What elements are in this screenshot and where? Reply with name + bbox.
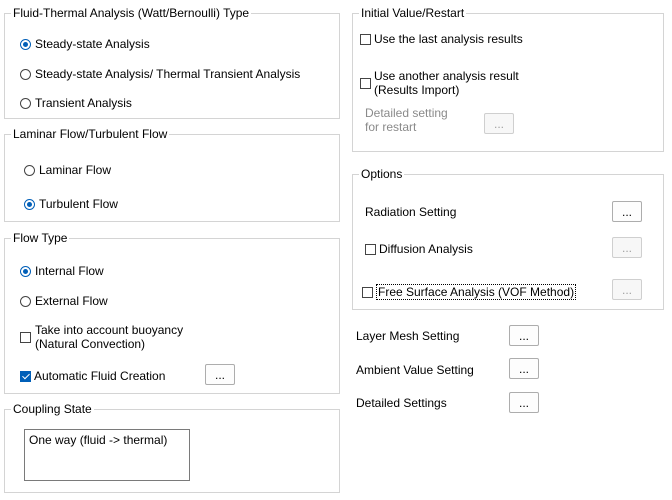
coupling-value[interactable]: One way (fluid -> thermal)	[29, 433, 167, 447]
flow-type-title: Flow Type	[11, 231, 70, 245]
radio-label: Steady-state Analysis/ Thermal Transient…	[35, 67, 301, 81]
radio-indicator[interactable]	[20, 68, 31, 80]
radio-label: Turbulent Flow	[39, 197, 118, 211]
detailed-restart-line-2: for restart	[365, 120, 417, 134]
buoyancy-line-1: Take into account buoyancy	[35, 323, 184, 337]
checkbox-label: Automatic Fluid Creation	[34, 369, 166, 383]
checkbox-indicator[interactable]	[360, 33, 371, 45]
checkbox-use-last-results[interactable]: Use the last analysis results	[360, 32, 523, 46]
checkbox-indicator[interactable]	[362, 286, 373, 298]
checkbox-diffusion[interactable]: Diffusion Analysis	[365, 242, 473, 256]
radio-steady-state[interactable]: Steady-state Analysis	[20, 37, 150, 51]
checkbox-auto-fluid[interactable]: Automatic Fluid Creation	[20, 369, 165, 383]
radiation-more-button[interactable]: ...	[612, 201, 642, 222]
checkbox-indicator[interactable]	[360, 77, 371, 89]
checkbox-label: Free Surface Analysis (VOF Method)	[376, 284, 577, 300]
detailed-restart-line-1: Detailed setting	[365, 106, 448, 120]
radio-label: Laminar Flow	[39, 163, 112, 177]
radio-indicator[interactable]	[20, 265, 31, 277]
radio-internal-flow[interactable]: Internal Flow	[20, 264, 104, 278]
coupling-listbox[interactable]: One way (fluid -> thermal)	[24, 429, 190, 481]
radio-indicator[interactable]	[20, 38, 31, 50]
ambient-value-label: Ambient Value Setting	[356, 363, 474, 377]
initial-value-title: Initial Value/Restart	[359, 6, 467, 20]
radio-label: Transient Analysis	[35, 96, 132, 110]
free-surface-more-button[interactable]: ...	[612, 279, 642, 300]
fluid-thermal-title: Fluid-Thermal Analysis (Watt/Bernoulli) …	[11, 6, 252, 20]
radio-turbulent[interactable]: Turbulent Flow	[24, 197, 118, 211]
checkbox-label: Take into account buoyancy (Natural Conv…	[35, 323, 183, 351]
radio-label: External Flow	[35, 294, 108, 308]
diffusion-more-button[interactable]: ...	[612, 237, 642, 258]
detailed-restart-more-button[interactable]: ...	[484, 113, 514, 134]
radio-indicator[interactable]	[24, 164, 35, 176]
buoyancy-line-2: (Natural Convection)	[35, 337, 146, 351]
checkbox-label: Use the last analysis results	[374, 32, 523, 46]
radio-indicator[interactable]	[20, 295, 31, 307]
checkbox-indicator[interactable]	[20, 331, 31, 343]
detailed-settings-label: Detailed Settings	[356, 396, 447, 410]
flow-regime-title: Laminar Flow/Turbulent Flow	[11, 127, 170, 141]
radio-laminar[interactable]: Laminar Flow	[24, 163, 111, 177]
auto-fluid-more-button[interactable]: ...	[205, 364, 235, 385]
detailed-restart-label: Detailed setting for restart	[365, 106, 448, 134]
options-title: Options	[359, 167, 405, 181]
ambient-value-more-button[interactable]: ...	[509, 358, 539, 379]
radio-transient[interactable]: Transient Analysis	[20, 96, 132, 110]
radiation-setting-label: Radiation Setting	[365, 205, 457, 219]
radio-indicator[interactable]	[20, 97, 31, 109]
checkbox-indicator[interactable]	[365, 243, 376, 255]
layer-mesh-label: Layer Mesh Setting	[356, 329, 460, 343]
checkbox-indicator[interactable]	[20, 370, 31, 382]
radio-label: Internal Flow	[35, 264, 104, 278]
use-another-line-1: Use another analysis result	[374, 69, 519, 83]
checkbox-buoyancy[interactable]: Take into account buoyancy (Natural Conv…	[20, 323, 183, 351]
radio-label: Steady-state Analysis	[35, 37, 150, 51]
detailed-settings-more-button[interactable]: ...	[509, 392, 539, 413]
radio-steady-thermal-transient[interactable]: Steady-state Analysis/ Thermal Transient…	[20, 67, 300, 81]
checkbox-label: Diffusion Analysis	[379, 242, 473, 256]
coupling-title: Coupling State	[11, 402, 94, 416]
radio-indicator[interactable]	[24, 198, 35, 210]
checkbox-use-another-result[interactable]: Use another analysis result (Results Imp…	[360, 69, 519, 97]
checkbox-free-surface[interactable]: Free Surface Analysis (VOF Method)	[362, 284, 577, 300]
radio-external-flow[interactable]: External Flow	[20, 294, 108, 308]
use-another-line-2: (Results Import)	[374, 83, 460, 97]
layer-mesh-more-button[interactable]: ...	[509, 325, 539, 346]
checkbox-label: Use another analysis result (Results Imp…	[374, 69, 519, 97]
